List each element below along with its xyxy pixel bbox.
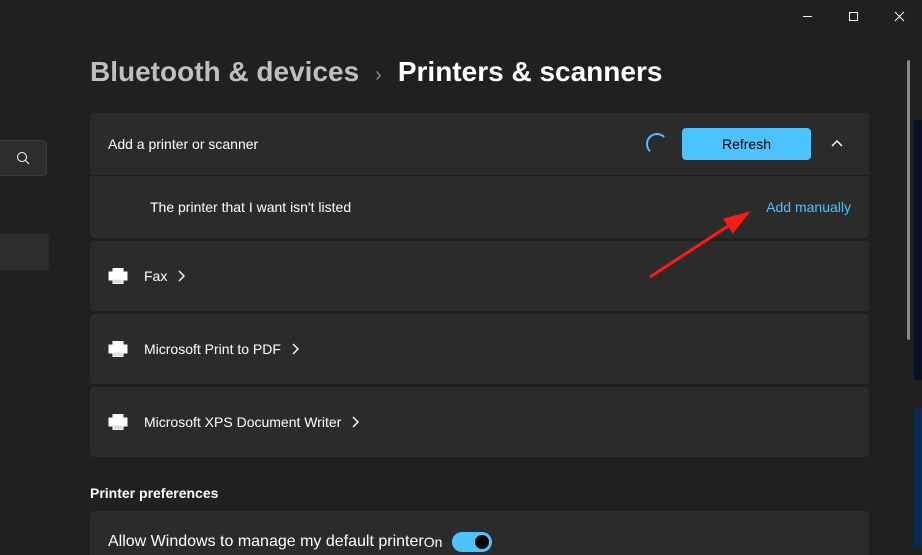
printer-item-print-to-pdf[interactable]: Microsoft Print to PDF <box>90 314 869 384</box>
not-listed-label: The printer that I want isn't listed <box>150 199 351 215</box>
chevron-right-icon: › <box>375 64 382 87</box>
printer-name: Fax <box>144 268 167 284</box>
add-printer-card: Add a printer or scanner Refresh The pri… <box>90 113 869 238</box>
chevron-right-icon <box>281 342 309 356</box>
close-button[interactable] <box>876 0 922 32</box>
nav-item-selected[interactable] <box>0 234 49 270</box>
printer-icon <box>108 268 144 284</box>
add-printer-label: Add a printer or scanner <box>108 136 258 152</box>
breadcrumb-current: Printers & scanners <box>398 56 663 88</box>
not-listed-row: The printer that I want isn't listed Add… <box>90 176 869 238</box>
default-printer-label: Allow Windows to manage my default print… <box>108 533 424 551</box>
collapse-button[interactable] <box>823 137 851 151</box>
printer-name: Microsoft XPS Document Writer <box>144 414 341 430</box>
chevron-right-icon <box>167 269 195 283</box>
maximize-button[interactable] <box>830 0 876 32</box>
printer-name: Microsoft Print to PDF <box>144 341 281 357</box>
window-edge-artifact <box>914 408 922 548</box>
add-printer-row: Add a printer or scanner Refresh <box>90 113 869 176</box>
minimize-button[interactable] <box>784 0 830 32</box>
printer-item-fax[interactable]: Fax <box>90 241 869 311</box>
default-printer-row: Allow Windows to manage my default print… <box>90 511 869 555</box>
search-input[interactable] <box>0 140 47 176</box>
preferences-heading: Printer preferences <box>90 485 869 501</box>
loading-spinner-icon <box>646 133 668 155</box>
breadcrumb-parent[interactable]: Bluetooth & devices <box>90 56 359 88</box>
toggle-state-label: On <box>424 534 443 550</box>
search-icon <box>16 151 30 165</box>
window-edge-artifact <box>914 120 922 380</box>
default-printer-toggle[interactable] <box>452 532 492 552</box>
printer-icon <box>108 414 144 430</box>
main-content: Add a printer or scanner Refresh The pri… <box>90 113 869 555</box>
window-controls <box>784 0 922 32</box>
scrollbar[interactable] <box>907 60 910 340</box>
chevron-up-icon <box>830 137 844 151</box>
printer-item-xps-writer[interactable]: Microsoft XPS Document Writer <box>90 387 869 457</box>
refresh-button[interactable]: Refresh <box>682 128 811 160</box>
chevron-right-icon <box>341 415 369 429</box>
breadcrumb: Bluetooth & devices › Printers & scanner… <box>90 56 662 88</box>
printer-icon <box>108 341 144 357</box>
settings-window: Bluetooth & devices › Printers & scanner… <box>0 0 922 555</box>
add-manually-link[interactable]: Add manually <box>766 199 851 215</box>
